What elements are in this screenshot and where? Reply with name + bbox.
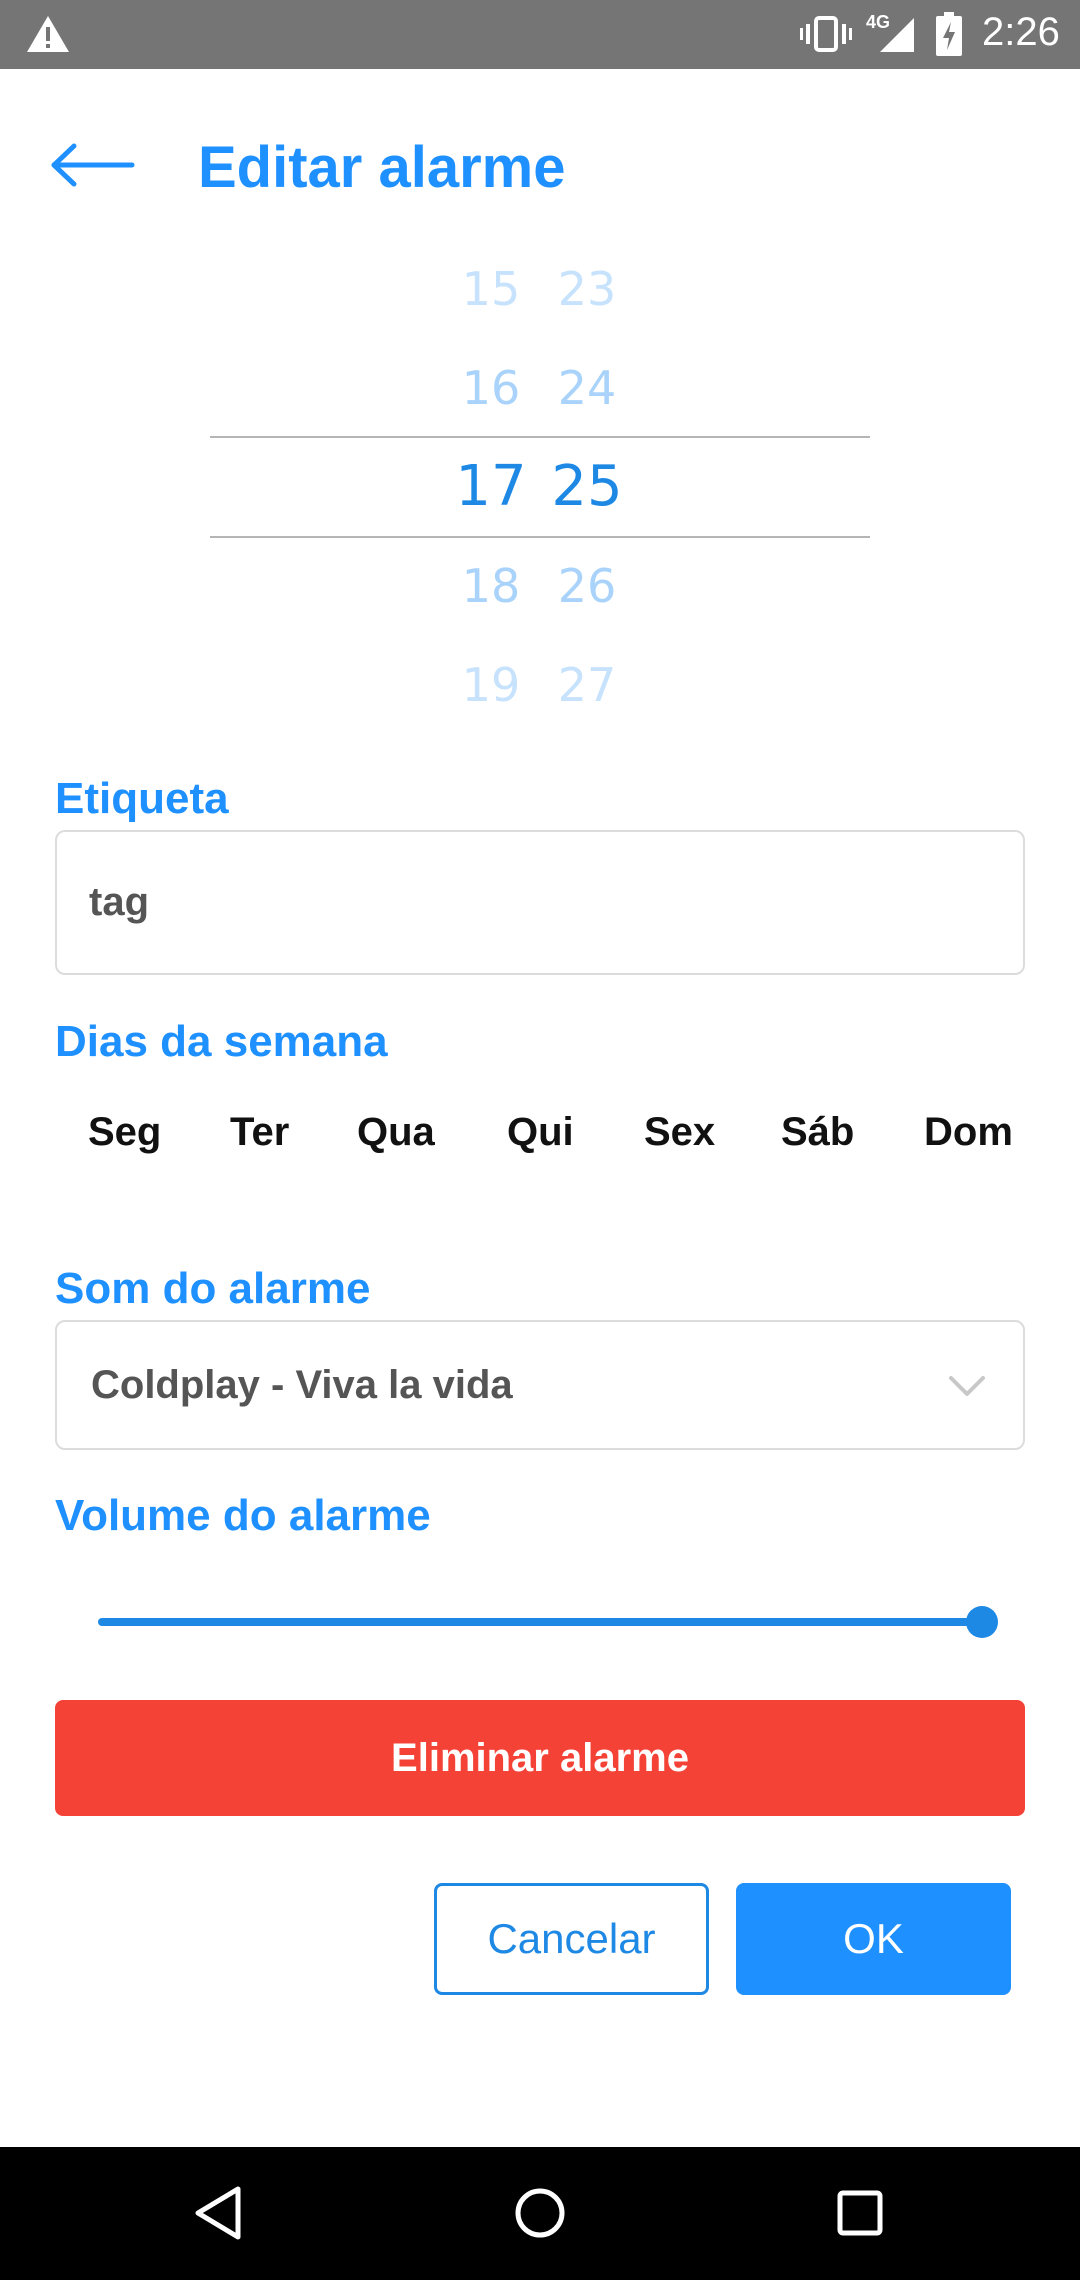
recents-square-icon[interactable] (828, 2181, 892, 2245)
volume-slider-thumb[interactable] (966, 1606, 998, 1638)
delete-alarm-button[interactable]: Eliminar alarme (55, 1700, 1025, 1816)
navigation-bar (0, 2147, 1080, 2280)
battery-charging-icon (936, 12, 962, 56)
day-sab[interactable]: Sáb (781, 1110, 854, 1155)
time-picker[interactable]: 15 16 17 18 19 23 24 25 26 27 (210, 258, 870, 718)
page-title: Editar alarme (198, 135, 566, 200)
home-circle-icon[interactable] (508, 2181, 572, 2245)
back-triangle-icon[interactable] (188, 2181, 252, 2245)
minute-option[interactable]: 27 (527, 658, 647, 712)
vibrate-icon (800, 16, 852, 52)
status-time: 2:26 (982, 10, 1060, 54)
signal-icon (880, 18, 914, 52)
label-input[interactable]: tag (55, 830, 1025, 975)
volume-slider[interactable] (98, 1600, 998, 1644)
label-input-value: tag (89, 880, 149, 924)
status-bar: 4G 2:26 (0, 0, 1080, 69)
warning-icon (27, 16, 69, 52)
label-section-title: Etiqueta (55, 774, 229, 823)
volume-slider-track (98, 1618, 982, 1626)
ok-button[interactable]: OK (736, 1883, 1011, 1995)
chevron-down-icon (949, 1376, 985, 1396)
alarm-sound-select[interactable]: Coldplay - Viva la vida (55, 1320, 1025, 1450)
day-ter[interactable]: Ter (230, 1110, 289, 1155)
day-qui[interactable]: Qui (507, 1110, 574, 1155)
minute-wheel[interactable]: 23 24 25 26 27 (527, 258, 647, 718)
day-qua[interactable]: Qua (357, 1110, 435, 1155)
day-dom[interactable]: Dom (924, 1110, 1013, 1155)
minute-option[interactable]: 24 (527, 361, 647, 415)
day-seg[interactable]: Seg (88, 1110, 161, 1155)
volume-section-title: Volume do alarme (55, 1491, 431, 1540)
minute-option[interactable]: 26 (527, 559, 647, 613)
day-sex[interactable]: Sex (644, 1110, 715, 1155)
selected-minute[interactable]: 25 (527, 454, 647, 519)
alarm-sound-value: Coldplay - Viva la vida (91, 1362, 513, 1407)
sound-section-title: Som do alarme (55, 1264, 371, 1313)
weekday-selector: Seg Ter Qua Qui Sex Sáb Dom (55, 1110, 1035, 1190)
days-section-title: Dias da semana (55, 1017, 388, 1066)
minute-option[interactable]: 23 (527, 262, 647, 316)
cancel-button[interactable]: Cancelar (434, 1883, 709, 1995)
arrow-left-icon[interactable] (50, 140, 136, 190)
